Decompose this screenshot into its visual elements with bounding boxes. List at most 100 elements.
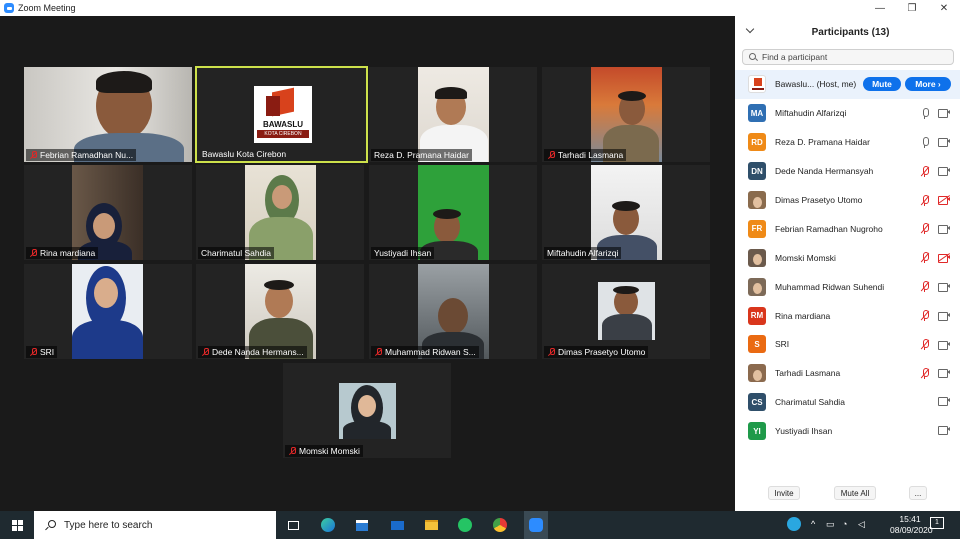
store-icon[interactable] <box>353 516 371 534</box>
video-tile[interactable]: Yustiyadi Ihsan <box>369 165 537 260</box>
participant-row[interactable]: DN Dede Nanda Hermansyah <box>735 157 960 186</box>
invite-button[interactable]: Invite <box>768 486 800 500</box>
participant-photo-avatar <box>748 277 766 296</box>
more-button[interactable]: More › <box>905 77 951 91</box>
participant-name-label: Muhammad Ridwan S... <box>371 346 479 358</box>
video-feed <box>339 383 396 439</box>
video-feed <box>72 264 143 359</box>
participant-initials-avatar: FR <box>748 219 766 238</box>
video-gallery: Febrian Ramadhan Nu... BAWASLU KOTA CIRE… <box>0 16 735 511</box>
muted-mic-icon <box>201 348 209 356</box>
chrome-icon[interactable] <box>491 516 509 534</box>
participant-search-input[interactable]: Find a participant <box>742 49 954 65</box>
participant-status-icons <box>920 252 951 264</box>
close-button[interactable]: ✕ <box>928 0 960 16</box>
video-camera-icon <box>938 224 950 234</box>
notification-center-icon[interactable]: 1 <box>930 517 944 529</box>
video-camera-icon <box>938 311 950 321</box>
video-camera-icon <box>938 369 950 379</box>
participant-row[interactable]: Muhammad Ridwan Suhendi <box>735 272 960 301</box>
video-tile[interactable]: SRI <box>24 264 192 359</box>
participant-row[interactable]: YI Yustiyadi Ihsan <box>735 417 960 446</box>
video-feed <box>245 264 316 359</box>
video-tile[interactable]: Muhammad Ridwan S... <box>369 264 537 359</box>
video-tile[interactable]: Miftahudin Alfarizqi <box>542 165 710 260</box>
video-tile[interactable]: Reza D. Pramana Haidar <box>369 67 537 162</box>
participant-row-host[interactable]: Bawaslu... (Host, me) Mute More › <box>735 70 960 99</box>
video-camera-icon <box>938 109 950 119</box>
participant-row[interactable]: FR Febrian Ramadhan Nugroho <box>735 214 960 243</box>
zoom-taskbar-icon[interactable] <box>524 511 548 539</box>
video-feed <box>591 165 662 260</box>
system-clock[interactable]: 15:41 08/09/2020 <box>890 514 933 536</box>
video-tile[interactable]: Tarhadi Lasmana <box>542 67 710 162</box>
maximize-button[interactable]: ❐ <box>896 0 928 16</box>
minimize-button[interactable]: — <box>864 0 896 16</box>
muted-mic-icon <box>920 339 930 351</box>
muted-mic-icon <box>920 165 930 177</box>
mute-all-button[interactable]: Mute All <box>834 486 876 500</box>
wifi-icon[interactable]: ◔ <box>842 519 847 529</box>
participant-row[interactable]: Dimas Prasetyo Utomo <box>735 186 960 215</box>
video-camera-icon <box>938 340 950 350</box>
video-tile[interactable]: Dede Nanda Hermans... <box>196 264 364 359</box>
video-tile[interactable]: Rina mardiana <box>24 165 192 260</box>
more-options-button[interactable]: ... <box>909 486 927 500</box>
participant-name: Rina mardiana <box>775 310 831 321</box>
participant-name-label: Rina mardiana <box>26 247 99 259</box>
clock-time: 15:41 <box>899 514 921 524</box>
video-camera-icon <box>938 167 950 177</box>
volume-icon[interactable]: ◁ <box>858 519 865 530</box>
file-explorer-icon[interactable] <box>422 516 440 534</box>
whatsapp-icon[interactable] <box>456 516 474 534</box>
participant-photo-avatar <box>748 248 766 267</box>
video-tile[interactable]: Momski Momski <box>283 363 451 458</box>
participant-row[interactable]: Tarhadi Lasmana <box>735 359 960 388</box>
clock-date: 08/09/2020 <box>890 525 933 535</box>
participant-name-label: Febrian Ramadhan Nu... <box>26 149 137 161</box>
participant-name-label: Dede Nanda Hermans... <box>198 346 307 358</box>
muted-mic-icon <box>29 151 37 159</box>
video-feed <box>591 67 662 162</box>
participant-row[interactable]: CS Charimatul Sahdia <box>735 388 960 417</box>
help-icon[interactable] <box>787 517 801 531</box>
participant-row[interactable]: RD Reza D. Pramana Haidar <box>735 128 960 157</box>
muted-mic-icon <box>920 310 930 322</box>
tray-expand-icon[interactable]: ^ <box>811 519 815 529</box>
participant-status-icons <box>920 310 950 322</box>
participant-status-icons <box>920 281 950 293</box>
participant-initials-avatar: DN <box>748 162 766 181</box>
participant-status-icons <box>920 339 950 351</box>
muted-mic-icon <box>29 249 37 257</box>
start-button[interactable] <box>0 511 34 539</box>
task-view-icon[interactable] <box>284 516 302 534</box>
video-tile[interactable]: Charimatul Sahdia <box>196 165 364 260</box>
muted-mic-icon <box>29 348 37 356</box>
participant-name: Reza D. Pramana Haidar <box>775 137 870 148</box>
participant-row[interactable]: Momski Momski <box>735 243 960 272</box>
participant-name: Tarhadi Lasmana <box>775 368 841 379</box>
video-tile-active-speaker[interactable]: BAWASLU KOTA CIREBON Bawaslu Kota Cirebo… <box>195 66 368 163</box>
muted-mic-icon <box>920 367 930 379</box>
display-icon[interactable]: ▭ <box>826 519 835 530</box>
video-feed <box>418 67 489 162</box>
participant-row[interactable]: S SRI <box>735 330 960 359</box>
mail-icon[interactable] <box>388 516 406 534</box>
zoom-logo-icon <box>4 3 14 13</box>
participant-photo-avatar <box>748 191 766 209</box>
participant-initials-avatar: S <box>748 335 766 354</box>
participant-row[interactable]: RM Rina mardiana <box>735 301 960 330</box>
participant-name-label: Yustiyadi Ihsan <box>371 247 435 259</box>
participant-row[interactable]: MA Miftahudin Alfarizqi <box>735 99 960 128</box>
participant-initials-avatar: RD <box>748 133 766 152</box>
edge-browser-icon[interactable] <box>319 516 337 534</box>
mute-button[interactable]: Mute <box>863 77 901 91</box>
taskbar-search-box[interactable]: Type here to search <box>34 511 276 539</box>
participant-initials-avatar: YI <box>748 422 766 441</box>
panel-footer: Invite Mute All ... <box>735 478 960 511</box>
video-camera-icon <box>938 282 950 292</box>
participant-initials-avatar: MA <box>748 104 766 123</box>
video-tile[interactable]: Dimas Prasetyo Utomo <box>542 264 710 359</box>
participant-name: Charimatul Sahdia <box>775 397 845 408</box>
video-tile[interactable]: Febrian Ramadhan Nu... <box>24 67 192 162</box>
